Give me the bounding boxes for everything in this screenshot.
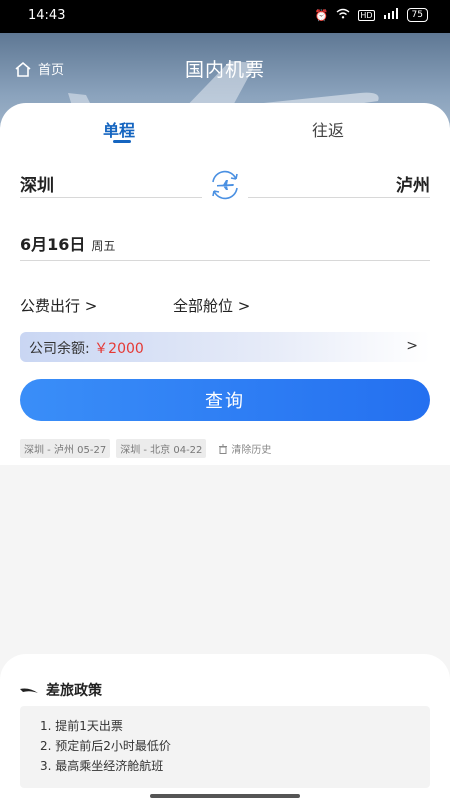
policy-title: 差旅政策 <box>46 683 102 699</box>
trip-type-tabs: 单程 往返 <box>0 103 450 153</box>
history-chip[interactable]: 深圳 - 北京 04-22 <box>116 439 207 458</box>
departure-date[interactable]: 6月16日 周五 <box>20 231 430 261</box>
battery-icon: 75 <box>406 8 428 22</box>
swap-cities-button[interactable] <box>208 168 242 202</box>
date-weekday: 周五 <box>91 239 116 253</box>
swap-plane-icon <box>212 170 238 200</box>
tab-one-way[interactable]: 单程 <box>103 117 135 141</box>
search-button[interactable]: 查询 <box>20 379 430 421</box>
trash-icon <box>219 444 228 454</box>
clear-history-label: 清除历史 <box>231 445 272 456</box>
balance-label: 公司余额: ￥2000 <box>29 338 144 358</box>
tab-round-trip[interactable]: 往返 <box>312 117 344 141</box>
signal-icon <box>383 8 399 22</box>
travel-policy-panel: 差旅政策 1. 提前1天出票 2. 预定前后2小时最低价 3. 最高乘坐经济舱航… <box>0 654 450 800</box>
date-value: 6月16日 <box>20 235 86 254</box>
travel-purpose-selector[interactable]: 公费出行 > <box>20 295 97 316</box>
hd-icon: HD <box>358 9 375 21</box>
balance-label-text: 公司余额: <box>29 341 95 357</box>
airline-logo-icon <box>20 688 38 693</box>
wifi-icon <box>336 8 350 22</box>
status-bar: 14:43 ⏰ HD 75 <box>0 0 450 33</box>
policy-rule: 2. 预定前后2小时最低价 <box>40 739 171 753</box>
departure-city[interactable]: 深圳 <box>20 171 202 198</box>
page-title: 国内机票 <box>184 59 265 81</box>
active-tab-indicator <box>113 140 131 143</box>
cabin-class-selector[interactable]: 全部舱位 > <box>173 295 250 316</box>
status-icons: ⏰ HD 75 <box>315 8 428 22</box>
search-history: 深圳 - 泸州 05-27 深圳 - 北京 04-22 清除历史 <box>20 439 271 458</box>
home-indicator[interactable] <box>150 794 300 798</box>
status-time: 14:43 <box>28 8 66 23</box>
chevron-right-icon: > <box>406 338 418 354</box>
booking-card: 单程 往返 深圳 泸州 6月16日 周五 公费出行 > 全部舱位 > 公司余额: … <box>0 103 450 465</box>
policy-header: 差旅政策 <box>20 680 102 700</box>
policy-rule: 3. 最高乘坐经济舱航班 <box>40 759 164 773</box>
arrival-city[interactable]: 泸州 <box>248 171 430 198</box>
clear-history-button[interactable]: 清除历史 <box>218 441 271 456</box>
policy-rule: 1. 提前1天出票 <box>40 719 123 733</box>
history-chip[interactable]: 深圳 - 泸州 05-27 <box>20 439 111 458</box>
alarm-icon: ⏰ <box>314 8 329 22</box>
balance-value: ￥2000 <box>94 341 144 357</box>
policy-rules: 1. 提前1天出票 2. 预定前后2小时最低价 3. 最高乘坐经济舱航班 <box>20 706 430 788</box>
company-balance-bar[interactable]: 公司余额: ￥2000 > <box>20 332 430 362</box>
